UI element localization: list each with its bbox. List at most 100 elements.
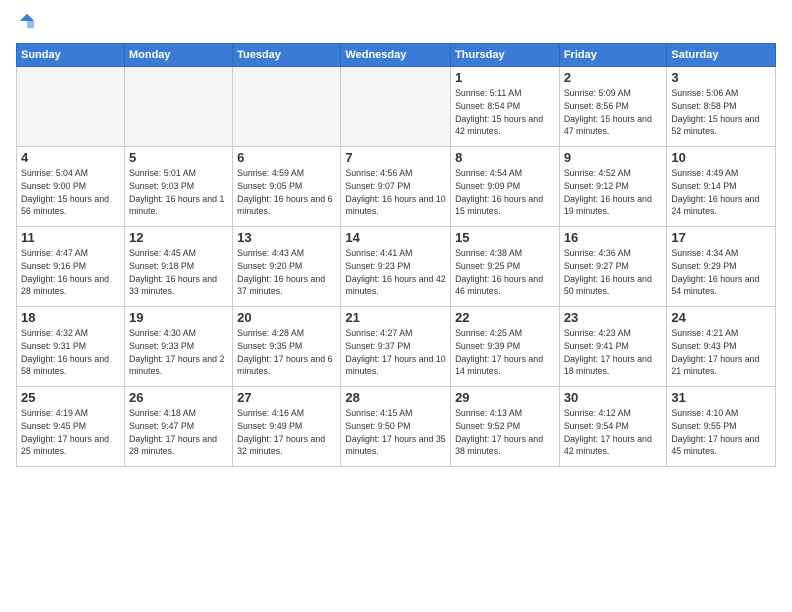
calendar-header-row: SundayMondayTuesdayWednesdayThursdayFrid… bbox=[17, 44, 776, 67]
day-info: Sunrise: 4:13 AMSunset: 9:52 PMDaylight:… bbox=[455, 407, 555, 458]
day-info: Sunrise: 4:43 AMSunset: 9:20 PMDaylight:… bbox=[237, 247, 336, 298]
day-number: 1 bbox=[455, 70, 555, 85]
calendar-cell: 14Sunrise: 4:41 AMSunset: 9:23 PMDayligh… bbox=[341, 227, 451, 307]
day-info: Sunrise: 4:54 AMSunset: 9:09 PMDaylight:… bbox=[455, 167, 555, 218]
calendar-cell: 12Sunrise: 4:45 AMSunset: 9:18 PMDayligh… bbox=[124, 227, 232, 307]
day-number: 23 bbox=[564, 310, 663, 325]
calendar-cell: 22Sunrise: 4:25 AMSunset: 9:39 PMDayligh… bbox=[451, 307, 560, 387]
day-number: 12 bbox=[129, 230, 228, 245]
calendar-cell: 18 Sunrise: 4:32 AMSunset: 9:31 PMDayligh… bbox=[17, 307, 125, 387]
calendar-cell: 7 Sunrise: 4:56 AMSunset: 9:07 PMDaylight… bbox=[341, 147, 451, 227]
calendar-cell: 20 Sunrise: 4:28 AMSunset: 9:35 PMDayligh… bbox=[233, 307, 341, 387]
calendar-week-2: 4 Sunrise: 5:04 AMSunset: 9:00 PMDaylight… bbox=[17, 147, 776, 227]
calendar-cell: 11 Sunrise: 4:47 AMSunset: 9:16 PMDayligh… bbox=[17, 227, 125, 307]
day-info: Sunrise: 4:19 AMSunset: 9:45 PMDaylight:… bbox=[21, 407, 120, 458]
calendar-cell: 23 Sunrise: 4:23 AMSunset: 9:41 PMDayligh… bbox=[559, 307, 667, 387]
day-number: 6 bbox=[237, 150, 336, 165]
day-number: 14 bbox=[345, 230, 446, 245]
calendar-cell: 27 Sunrise: 4:16 AMSunset: 9:49 PMDayligh… bbox=[233, 387, 341, 467]
day-info: Sunrise: 5:04 AMSunset: 9:00 PMDaylight:… bbox=[21, 167, 120, 218]
day-info: Sunrise: 4:16 AMSunset: 9:49 PMDaylight:… bbox=[237, 407, 336, 458]
day-number: 26 bbox=[129, 390, 228, 405]
logo-icon bbox=[18, 12, 36, 30]
calendar-header-wednesday: Wednesday bbox=[341, 44, 451, 67]
calendar-cell bbox=[341, 67, 451, 147]
day-info: Sunrise: 4:10 AMSunset: 9:55 PMDaylight:… bbox=[671, 407, 771, 458]
day-number: 3 bbox=[671, 70, 771, 85]
day-info: Sunrise: 4:12 AMSunset: 9:54 PMDaylight:… bbox=[564, 407, 663, 458]
calendar-header-saturday: Saturday bbox=[667, 44, 776, 67]
day-number: 28 bbox=[345, 390, 446, 405]
day-info: Sunrise: 4:59 AMSunset: 9:05 PMDaylight:… bbox=[237, 167, 336, 218]
day-number: 10 bbox=[671, 150, 771, 165]
calendar-cell: 21Sunrise: 4:27 AMSunset: 9:37 PMDayligh… bbox=[341, 307, 451, 387]
calendar-cell: 19Sunrise: 4:30 AMSunset: 9:33 PMDayligh… bbox=[124, 307, 232, 387]
day-info: Sunrise: 5:01 AMSunset: 9:03 PMDaylight:… bbox=[129, 167, 228, 218]
day-info: Sunrise: 4:47 AMSunset: 9:16 PMDaylight:… bbox=[21, 247, 120, 298]
logo bbox=[16, 12, 36, 35]
page: SundayMondayTuesdayWednesdayThursdayFrid… bbox=[0, 0, 792, 612]
calendar-cell: 9Sunrise: 4:52 AMSunset: 9:12 PMDaylight… bbox=[559, 147, 667, 227]
day-number: 9 bbox=[564, 150, 663, 165]
calendar-cell: 30 Sunrise: 4:12 AMSunset: 9:54 PMDayligh… bbox=[559, 387, 667, 467]
calendar-header-friday: Friday bbox=[559, 44, 667, 67]
day-info: Sunrise: 4:56 AMSunset: 9:07 PMDaylight:… bbox=[345, 167, 446, 218]
calendar-cell: 26 Sunrise: 4:18 AMSunset: 9:47 PMDayligh… bbox=[124, 387, 232, 467]
day-number: 27 bbox=[237, 390, 336, 405]
calendar-cell: 29 Sunrise: 4:13 AMSunset: 9:52 PMDayligh… bbox=[451, 387, 560, 467]
calendar-cell: 17 Sunrise: 4:34 AMSunset: 9:29 PMDayligh… bbox=[667, 227, 776, 307]
day-number: 25 bbox=[21, 390, 120, 405]
day-info: Sunrise: 4:49 AMSunset: 9:14 PMDaylight:… bbox=[671, 167, 771, 218]
day-number: 17 bbox=[671, 230, 771, 245]
day-number: 29 bbox=[455, 390, 555, 405]
day-info: Sunrise: 4:28 AMSunset: 9:35 PMDaylight:… bbox=[237, 327, 336, 378]
calendar-cell: 5 Sunrise: 5:01 AMSunset: 9:03 PMDaylight… bbox=[124, 147, 232, 227]
day-info: Sunrise: 4:21 AMSunset: 9:43 PMDaylight:… bbox=[671, 327, 771, 378]
day-info: Sunrise: 4:18 AMSunset: 9:47 PMDaylight:… bbox=[129, 407, 228, 458]
day-number: 30 bbox=[564, 390, 663, 405]
calendar-header-monday: Monday bbox=[124, 44, 232, 67]
calendar-cell bbox=[124, 67, 232, 147]
day-number: 31 bbox=[671, 390, 771, 405]
calendar-cell: 4 Sunrise: 5:04 AMSunset: 9:00 PMDaylight… bbox=[17, 147, 125, 227]
day-number: 24 bbox=[671, 310, 771, 325]
day-info: Sunrise: 5:09 AMSunset: 8:56 PMDaylight:… bbox=[564, 87, 663, 138]
calendar-cell: 24 Sunrise: 4:21 AMSunset: 9:43 PMDayligh… bbox=[667, 307, 776, 387]
calendar-table: SundayMondayTuesdayWednesdayThursdayFrid… bbox=[16, 43, 776, 467]
day-number: 4 bbox=[21, 150, 120, 165]
day-number: 18 bbox=[21, 310, 120, 325]
calendar-cell: 16Sunrise: 4:36 AMSunset: 9:27 PMDayligh… bbox=[559, 227, 667, 307]
day-info: Sunrise: 4:36 AMSunset: 9:27 PMDaylight:… bbox=[564, 247, 663, 298]
calendar-week-5: 25 Sunrise: 4:19 AMSunset: 9:45 PMDayligh… bbox=[17, 387, 776, 467]
calendar-cell: 3 Sunrise: 5:06 AMSunset: 8:58 PMDaylight… bbox=[667, 67, 776, 147]
day-number: 5 bbox=[129, 150, 228, 165]
calendar-week-3: 11 Sunrise: 4:47 AMSunset: 9:16 PMDayligh… bbox=[17, 227, 776, 307]
calendar-header-sunday: Sunday bbox=[17, 44, 125, 67]
day-number: 15 bbox=[455, 230, 555, 245]
calendar-header-thursday: Thursday bbox=[451, 44, 560, 67]
day-info: Sunrise: 4:23 AMSunset: 9:41 PMDaylight:… bbox=[564, 327, 663, 378]
header bbox=[16, 12, 776, 35]
day-number: 20 bbox=[237, 310, 336, 325]
day-number: 7 bbox=[345, 150, 446, 165]
calendar-cell: 2 Sunrise: 5:09 AMSunset: 8:56 PMDaylight… bbox=[559, 67, 667, 147]
day-number: 11 bbox=[21, 230, 120, 245]
day-info: Sunrise: 5:06 AMSunset: 8:58 PMDaylight:… bbox=[671, 87, 771, 138]
calendar-cell: 8 Sunrise: 4:54 AMSunset: 9:09 PMDaylight… bbox=[451, 147, 560, 227]
day-number: 13 bbox=[237, 230, 336, 245]
day-number: 21 bbox=[345, 310, 446, 325]
day-info: Sunrise: 4:15 AMSunset: 9:50 PMDaylight:… bbox=[345, 407, 446, 458]
day-number: 22 bbox=[455, 310, 555, 325]
calendar-cell bbox=[17, 67, 125, 147]
calendar-cell: 28 Sunrise: 4:15 AMSunset: 9:50 PMDayligh… bbox=[341, 387, 451, 467]
calendar-week-1: 1Sunrise: 5:11 AMSunset: 8:54 PMDaylight… bbox=[17, 67, 776, 147]
day-info: Sunrise: 4:32 AMSunset: 9:31 PMDaylight:… bbox=[21, 327, 120, 378]
calendar-cell: 10 Sunrise: 4:49 AMSunset: 9:14 PMDayligh… bbox=[667, 147, 776, 227]
day-number: 2 bbox=[564, 70, 663, 85]
calendar-cell: 6 Sunrise: 4:59 AMSunset: 9:05 PMDaylight… bbox=[233, 147, 341, 227]
day-info: Sunrise: 4:34 AMSunset: 9:29 PMDaylight:… bbox=[671, 247, 771, 298]
day-number: 8 bbox=[455, 150, 555, 165]
calendar-cell: 1Sunrise: 5:11 AMSunset: 8:54 PMDaylight… bbox=[451, 67, 560, 147]
day-info: Sunrise: 4:38 AMSunset: 9:25 PMDaylight:… bbox=[455, 247, 555, 298]
calendar-header-tuesday: Tuesday bbox=[233, 44, 341, 67]
